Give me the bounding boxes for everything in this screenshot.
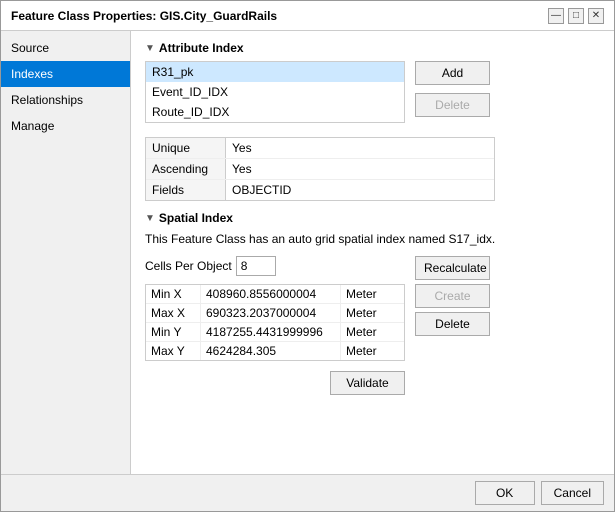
prop-value-ascending: Yes: [226, 159, 258, 179]
minimize-button[interactable]: —: [548, 8, 564, 24]
content-area: Source Indexes Relationships Manage ▼ At…: [1, 31, 614, 474]
main-panel: ▼ Attribute Index R31_pk Event_ID_IDX Ro…: [131, 31, 614, 474]
sidebar-item-relationships[interactable]: Relationships: [1, 87, 130, 113]
spatial-label-miny: Min Y: [146, 323, 201, 341]
prop-row-fields: Fields OBJECTID: [146, 180, 494, 200]
spatial-buttons: Recalculate Create Delete: [415, 256, 490, 340]
close-button[interactable]: ✕: [588, 8, 604, 24]
index-item-r31pk[interactable]: R31_pk: [146, 62, 404, 82]
add-index-button[interactable]: Add: [415, 61, 490, 85]
sidebar-item-source[interactable]: Source: [1, 35, 130, 61]
main-window: Feature Class Properties: GIS.City_Guard…: [0, 0, 615, 512]
spatial-unit-minx: Meter: [341, 285, 396, 303]
spatial-label-maxx: Max X: [146, 304, 201, 322]
spatial-left: Cells Per Object Min X 408960.8556000004…: [145, 256, 405, 399]
prop-row-ascending: Ascending Yes: [146, 159, 494, 180]
sidebar: Source Indexes Relationships Manage: [1, 31, 131, 474]
spatial-row-minx: Min X 408960.8556000004 Meter: [146, 285, 404, 304]
attribute-index-area: R31_pk Event_ID_IDX Route_ID_IDX Add Del…: [145, 61, 600, 131]
spatial-unit-miny: Meter: [341, 323, 396, 341]
spatial-value-maxy: 4624284.305: [201, 342, 341, 360]
spatial-main-area: Cells Per Object Min X 408960.8556000004…: [145, 256, 600, 399]
spatial-index-header: ▼ Spatial Index: [145, 211, 600, 225]
spatial-row-miny: Min Y 4187255.4431999996 Meter: [146, 323, 404, 342]
cells-per-object-row: Cells Per Object: [145, 256, 405, 276]
spatial-index-label: Spatial Index: [159, 211, 233, 225]
sidebar-item-indexes[interactable]: Indexes: [1, 61, 130, 87]
index-item-eventid[interactable]: Event_ID_IDX: [146, 82, 404, 102]
prop-value-fields: OBJECTID: [226, 180, 297, 200]
spatial-value-miny: 4187255.4431999996: [201, 323, 341, 341]
spatial-label-maxy: Max Y: [146, 342, 201, 360]
recalculate-button[interactable]: Recalculate: [415, 256, 490, 280]
attr-buttons: Add Delete: [415, 61, 490, 121]
spatial-unit-maxy: Meter: [341, 342, 396, 360]
validate-button[interactable]: Validate: [330, 371, 405, 395]
validate-row: Validate: [145, 371, 405, 399]
spatial-label-minx: Min X: [146, 285, 201, 303]
index-item-routeid[interactable]: Route_ID_IDX: [146, 102, 404, 122]
sidebar-item-manage[interactable]: Manage: [1, 113, 130, 139]
window-title: Feature Class Properties: GIS.City_Guard…: [11, 9, 277, 23]
ok-button[interactable]: OK: [475, 481, 535, 505]
title-controls: — □ ✕: [548, 8, 604, 24]
spatial-unit-maxx: Meter: [341, 304, 396, 322]
prop-row-unique: Unique Yes: [146, 138, 494, 159]
cells-label: Cells Per Object: [145, 259, 232, 273]
index-list: R31_pk Event_ID_IDX Route_ID_IDX: [145, 61, 405, 123]
title-bar: Feature Class Properties: GIS.City_Guard…: [1, 1, 614, 31]
cancel-button[interactable]: Cancel: [541, 481, 604, 505]
spatial-delete-button[interactable]: Delete: [415, 312, 490, 336]
spatial-value-maxx: 690323.2037000004: [201, 304, 341, 322]
chevron-icon: ▼: [145, 43, 155, 54]
prop-label-ascending: Ascending: [146, 159, 226, 179]
spatial-row-maxx: Max X 690323.2037000004 Meter: [146, 304, 404, 323]
spatial-index-desc: This Feature Class has an auto grid spat…: [145, 231, 600, 248]
create-button[interactable]: Create: [415, 284, 490, 308]
spatial-index-section: ▼ Spatial Index This Feature Class has a…: [145, 211, 600, 399]
spatial-grid-table: Min X 408960.8556000004 Meter Max X 6903…: [145, 284, 405, 361]
footer-buttons: OK Cancel: [1, 474, 614, 511]
prop-value-unique: Yes: [226, 138, 258, 158]
prop-label-fields: Fields: [146, 180, 226, 200]
attribute-index-header: ▼ Attribute Index: [145, 41, 600, 55]
restore-button[interactable]: □: [568, 8, 584, 24]
prop-label-unique: Unique: [146, 138, 226, 158]
delete-index-button[interactable]: Delete: [415, 93, 490, 117]
attribute-index-label: Attribute Index: [159, 41, 244, 55]
spatial-chevron-icon: ▼: [145, 213, 155, 224]
spatial-row-maxy: Max Y 4624284.305 Meter: [146, 342, 404, 360]
spatial-value-minx: 408960.8556000004: [201, 285, 341, 303]
index-properties-table: Unique Yes Ascending Yes Fields OBJECTID: [145, 137, 495, 201]
cells-input[interactable]: [236, 256, 276, 276]
